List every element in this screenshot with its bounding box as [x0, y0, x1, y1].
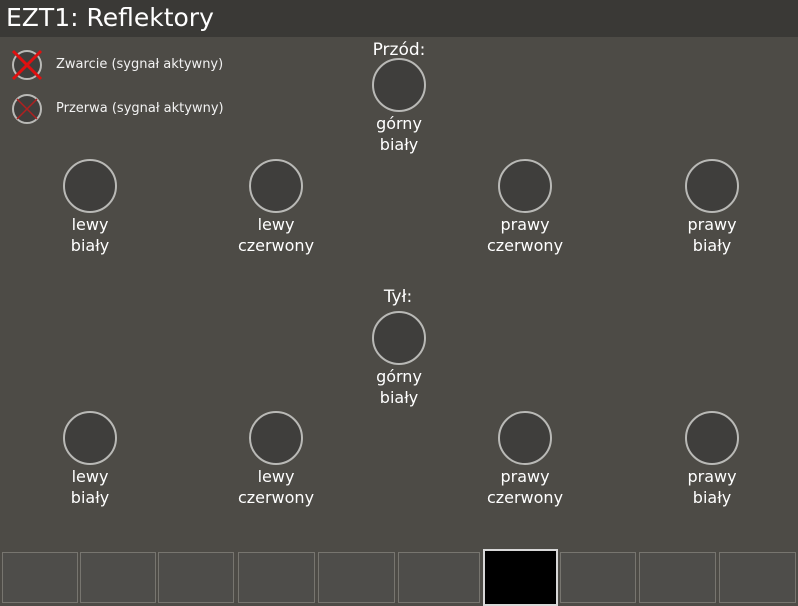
- screen-tab-6[interactable]: [398, 552, 480, 603]
- screen-tab-3[interactable]: [158, 552, 234, 603]
- rear-right-red-lamp: prawy czerwony: [460, 411, 590, 516]
- screen-tab-2[interactable]: [80, 552, 156, 603]
- rear-section-title: Tył:: [383, 287, 413, 307]
- lamp-label: lewy biały: [70, 467, 110, 507]
- lamp-indicator: [685, 159, 739, 213]
- lamp-indicator: [63, 411, 117, 465]
- lamp-indicator: [249, 159, 303, 213]
- lamp-label: górny biały: [376, 114, 422, 154]
- lamp-label: lewy biały: [70, 215, 110, 255]
- lamp-label: lewy czerwony: [237, 215, 315, 255]
- screen-tab-5[interactable]: [318, 552, 395, 603]
- front-right-white-lamp: prawy biały: [647, 159, 777, 264]
- lamp-label: górny biały: [376, 367, 422, 407]
- rear-left-red-lamp: lewy czerwony: [211, 411, 341, 516]
- legend-open-circuit: Przerwa (sygnał aktywny): [10, 92, 270, 126]
- rear-right-white-lamp: prawy biały: [647, 411, 777, 516]
- screen-tab-bar: [0, 549, 798, 606]
- front-left-red-lamp: lewy czerwony: [211, 159, 341, 264]
- lamp-indicator: [498, 159, 552, 213]
- open-circuit-x-icon: [12, 94, 42, 124]
- screen-tab-7-active[interactable]: [483, 549, 558, 606]
- lamp-label: prawy biały: [687, 467, 737, 507]
- lamp-indicator: [685, 411, 739, 465]
- screen-tab-1[interactable]: [2, 552, 78, 603]
- screen-tab-10[interactable]: [719, 552, 796, 603]
- front-left-white-lamp: lewy biały: [25, 159, 155, 264]
- legend-label-short-circuit: Zwarcie (sygnał aktywny): [56, 57, 224, 72]
- title-bar: EZT1: Reflektory: [0, 0, 798, 37]
- lamp-label: prawy biały: [687, 215, 737, 255]
- legend-short-circuit: Zwarcie (sygnał aktywny): [10, 48, 270, 82]
- rear-left-white-lamp: lewy biały: [25, 411, 155, 516]
- legend-label-open-circuit: Przerwa (sygnał aktywny): [56, 101, 224, 116]
- lamp-indicator: [249, 411, 303, 465]
- front-right-red-lamp: prawy czerwony: [460, 159, 590, 264]
- short-circuit-x-icon: [11, 49, 43, 81]
- screen-tab-8[interactable]: [560, 552, 636, 603]
- lamp-label: lewy czerwony: [237, 467, 315, 507]
- rear-top-white-lamp: górny biały: [334, 311, 464, 416]
- screen-tab-4[interactable]: [238, 552, 315, 603]
- page-title: EZT1: Reflektory: [6, 3, 214, 32]
- front-section-title: Przód:: [372, 40, 426, 60]
- lamp-indicator: [372, 311, 426, 365]
- lamp-indicator: [498, 411, 552, 465]
- front-top-white-lamp: górny biały: [334, 58, 464, 163]
- screen-tab-9[interactable]: [639, 552, 716, 603]
- lamp-indicator: [372, 58, 426, 112]
- lamp-label: prawy czerwony: [486, 467, 564, 507]
- lamp-indicator: [63, 159, 117, 213]
- lamp-label: prawy czerwony: [486, 215, 564, 255]
